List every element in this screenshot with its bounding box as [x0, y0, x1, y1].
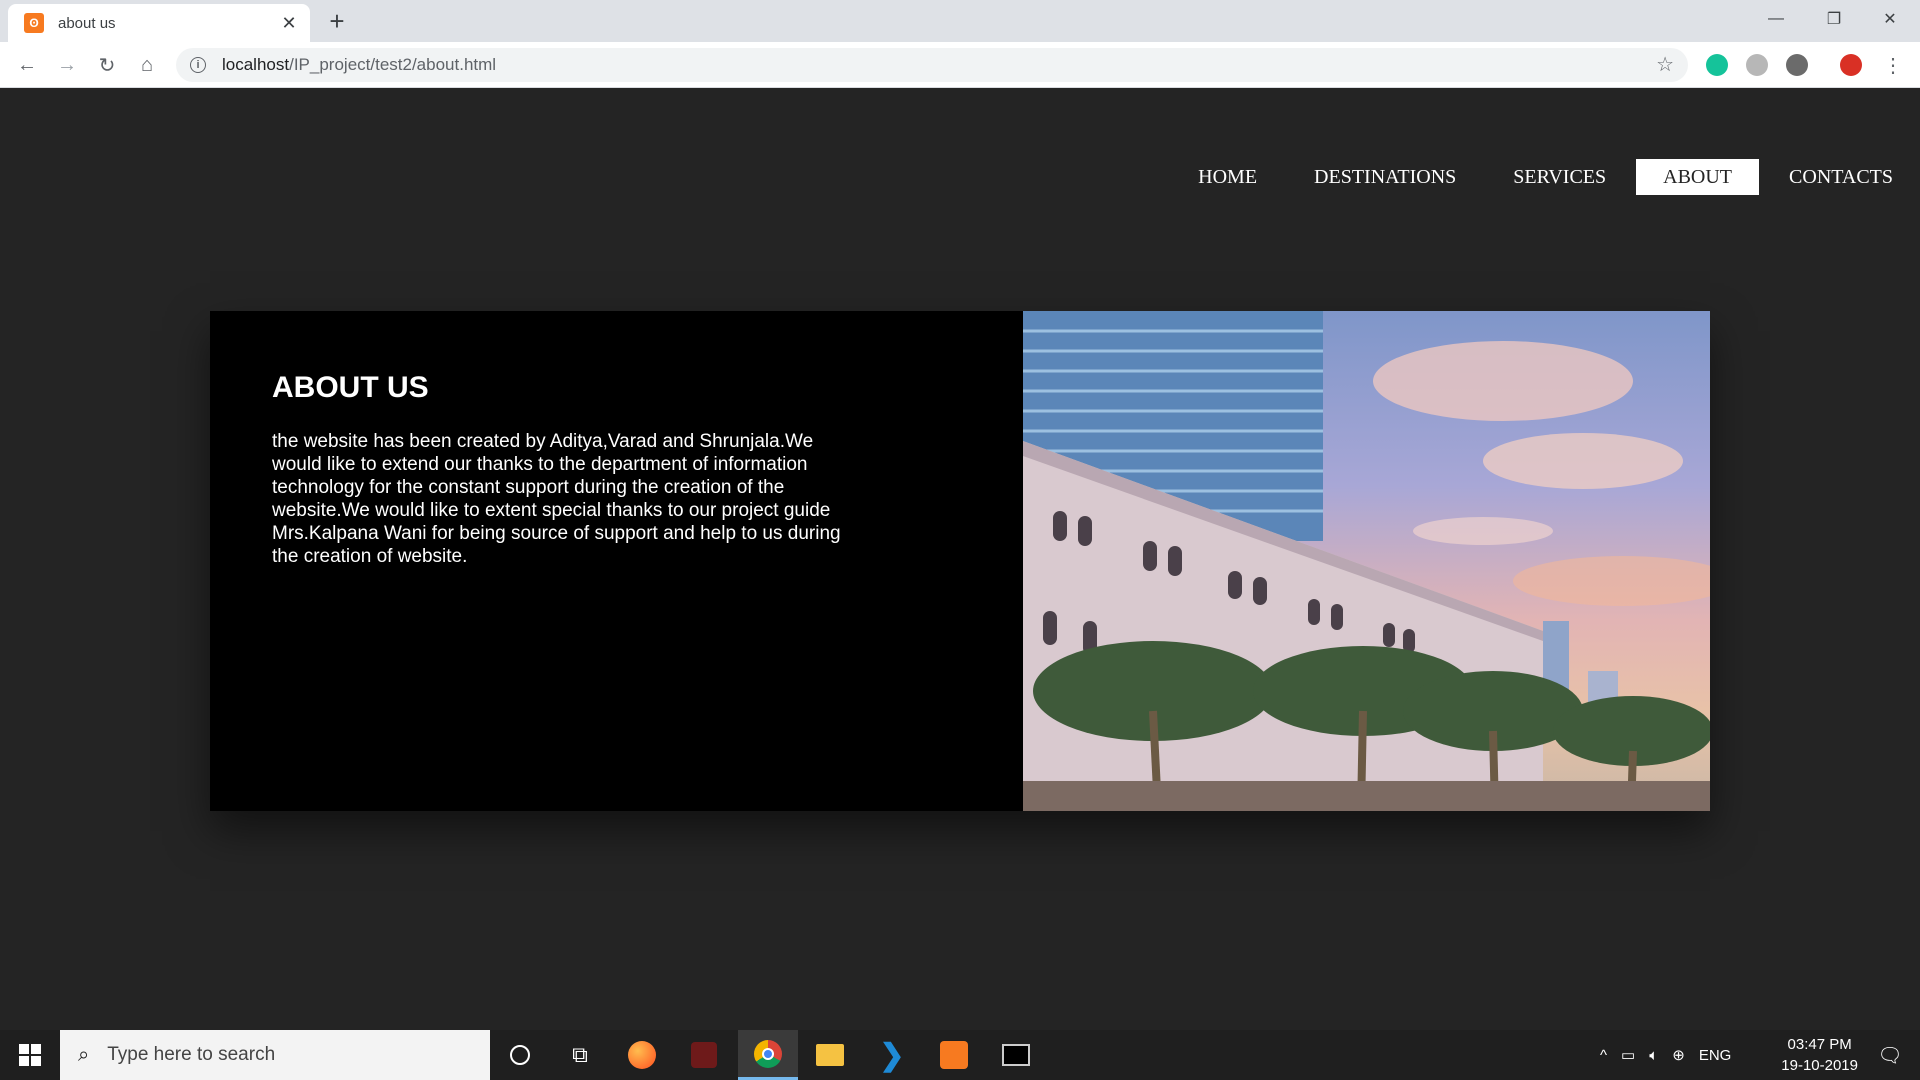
nav-destinations[interactable]: DESTINATIONS: [1287, 159, 1483, 195]
clock-time: 03:47 PM: [1787, 1036, 1852, 1053]
windows-taskbar: ⌕ Type here to search ⧉ ❯ ^ ▭ 🔈︎ ⊕ ENG 0…: [0, 1030, 1920, 1080]
forward-icon[interactable]: →: [52, 50, 82, 80]
search-placeholder: Type here to search: [107, 1044, 276, 1065]
nav-contacts[interactable]: CONTACTS: [1762, 159, 1920, 195]
building-photo: [1023, 311, 1710, 811]
xampp-taskbar-icon[interactable]: [924, 1030, 984, 1080]
extension-icon[interactable]: [1746, 54, 1768, 76]
action-center-icon[interactable]: 🗨︎: [1860, 1030, 1920, 1080]
new-tab-icon[interactable]: +: [322, 6, 352, 37]
url-path: /IP_project/test2/about.html: [289, 55, 497, 74]
reload-icon[interactable]: ↻: [92, 50, 122, 80]
extension-icon-2[interactable]: [1786, 54, 1808, 76]
menu-dots-icon[interactable]: ⋮: [1878, 50, 1908, 80]
about-title: ABOUT US: [272, 371, 429, 404]
taskbar-search-box[interactable]: ⌕ Type here to search: [60, 1030, 490, 1080]
system-tray: ^ ▭ 🔈︎ ⊕ ENG: [1600, 1030, 1731, 1080]
battery-icon[interactable]: ▭: [1621, 1046, 1635, 1064]
restore-icon[interactable]: ❐: [1806, 0, 1862, 38]
nav-home[interactable]: HOME: [1171, 159, 1284, 195]
network-globe-icon[interactable]: ⊕: [1672, 1046, 1685, 1064]
browser-toolbar: ← → ↻ ⌂ i localhost/IP_project/test2/abo…: [0, 42, 1920, 88]
tab-title: about us: [58, 14, 116, 32]
address-bar[interactable]: i localhost/IP_project/test2/about.html …: [176, 48, 1688, 82]
taskbar-clock[interactable]: 03:47 PM 19-10-2019: [1781, 1034, 1858, 1076]
search-icon: ⌕: [78, 1043, 90, 1066]
clock-date: 19-10-2019: [1781, 1057, 1858, 1074]
about-text-panel: ABOUT US the website has been created by…: [210, 311, 1023, 811]
back-icon[interactable]: ←: [12, 50, 42, 80]
terminal-icon[interactable]: [986, 1030, 1046, 1080]
xampp-icon: ʘ: [24, 13, 44, 33]
info-icon[interactable]: i: [190, 57, 206, 73]
nav-about[interactable]: ABOUT: [1636, 159, 1760, 195]
show-hidden-icons-icon[interactable]: ^: [1600, 1047, 1607, 1064]
profile-avatar[interactable]: [1840, 54, 1862, 76]
url-host: localhost: [222, 55, 290, 74]
close-window-icon[interactable]: ✕: [1862, 0, 1918, 38]
browser-titlebar: ʘ about us ✕ + — ❐ ✕: [0, 0, 1920, 42]
about-body: the website has been created by Aditya,V…: [272, 431, 841, 567]
firefox-icon[interactable]: [612, 1030, 672, 1080]
chrome-icon[interactable]: [738, 1030, 798, 1080]
building-photo-illustration: [1023, 311, 1710, 811]
grammarly-extension-icon[interactable]: [1706, 54, 1728, 76]
url-text[interactable]: localhost/IP_project/test2/about.html: [222, 55, 496, 75]
nav-services[interactable]: SERVICES: [1486, 159, 1633, 195]
predator-app-icon[interactable]: [674, 1030, 734, 1080]
task-view-icon[interactable]: ⧉: [550, 1030, 610, 1080]
browser-tab[interactable]: ʘ about us ✕: [8, 4, 310, 42]
file-explorer-icon[interactable]: [800, 1030, 860, 1080]
page-content: HOME DESTINATIONS SERVICES ABOUT CONTACT…: [0, 88, 1920, 1030]
minimize-icon[interactable]: —: [1748, 0, 1804, 38]
volume-icon[interactable]: 🔈︎: [1649, 1047, 1658, 1064]
windows-start-icon[interactable]: [0, 1030, 60, 1080]
language-indicator[interactable]: ENG: [1699, 1047, 1732, 1064]
close-tab-icon[interactable]: ✕: [278, 13, 300, 34]
about-card: ABOUT US the website has been created by…: [210, 311, 1710, 811]
vscode-icon[interactable]: ❯: [862, 1030, 922, 1080]
cortana-icon[interactable]: [490, 1030, 550, 1080]
bookmark-star-icon[interactable]: ☆: [1656, 52, 1674, 77]
site-nav: HOME DESTINATIONS SERVICES ABOUT CONTACT…: [1168, 159, 1920, 195]
home-icon[interactable]: ⌂: [132, 50, 162, 80]
